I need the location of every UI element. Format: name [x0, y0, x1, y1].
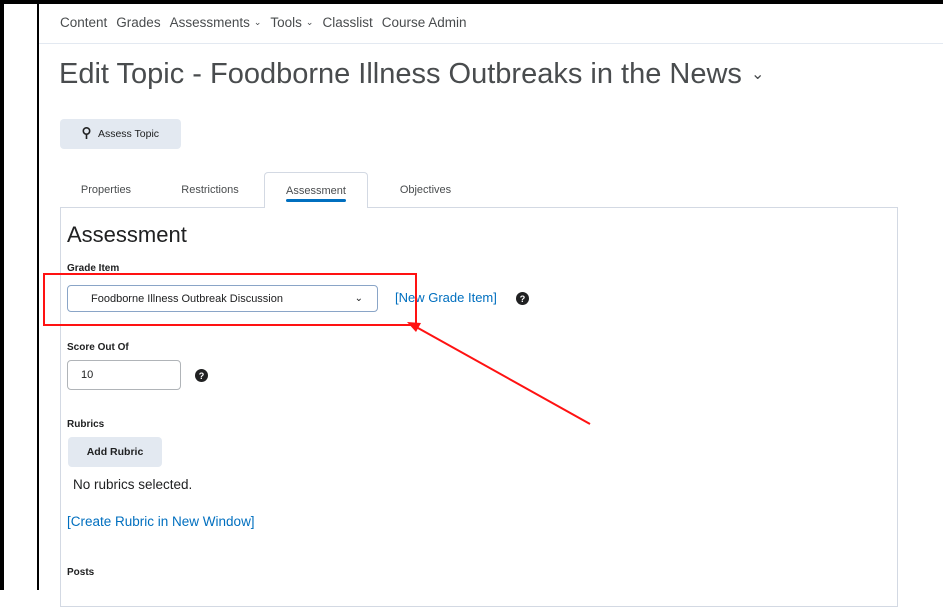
- annotation-arrow: [407, 322, 591, 425]
